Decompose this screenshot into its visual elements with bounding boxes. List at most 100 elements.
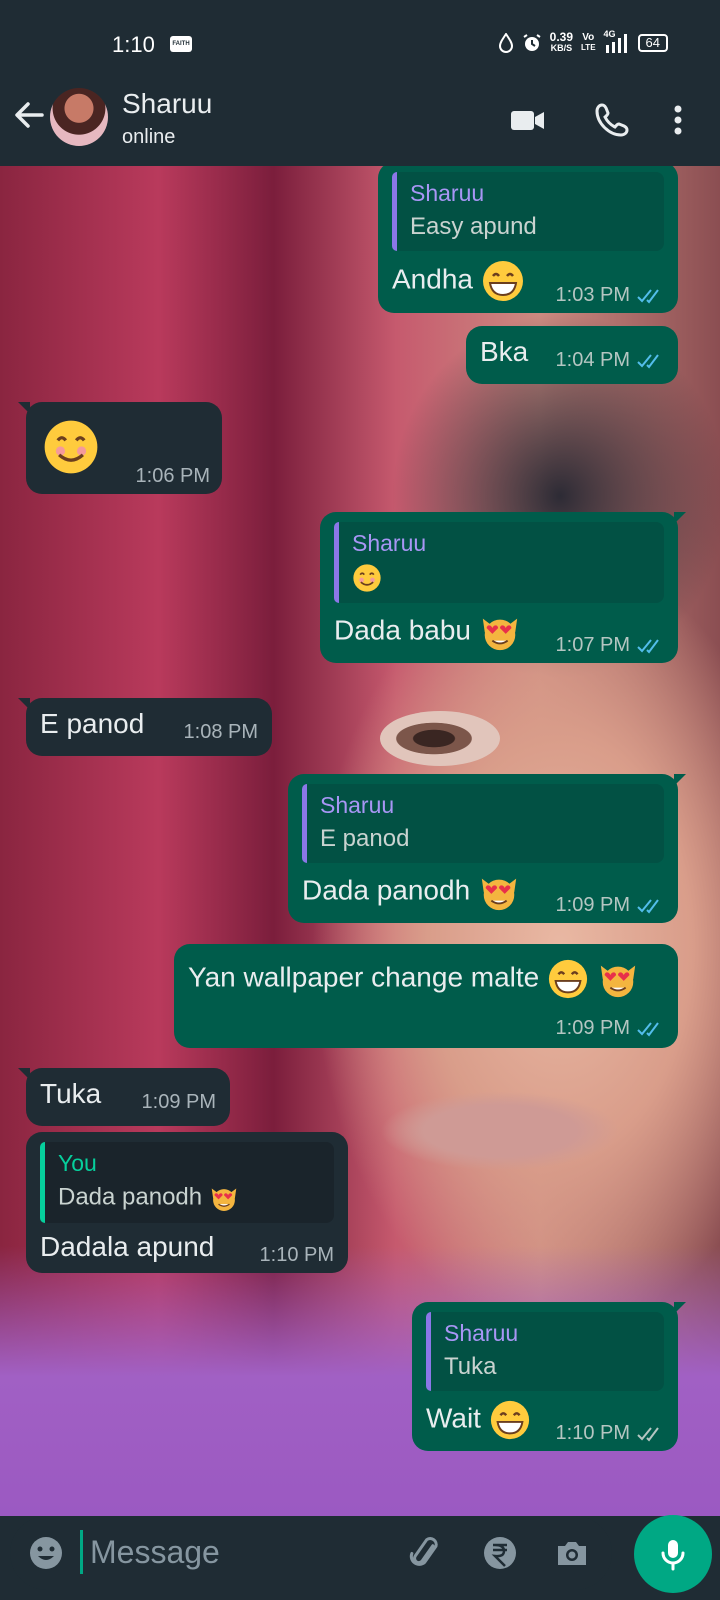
mic-button[interactable]	[634, 1515, 712, 1593]
message-time: 1:10 PM	[555, 1422, 630, 1444]
wallpaper-lips	[380, 1091, 620, 1171]
battery-indicator: 64	[637, 34, 668, 52]
bubble-tail	[18, 402, 30, 414]
signal-indicator: 4G	[604, 29, 630, 53]
message-row: Bka 1:04 PM	[480, 336, 664, 371]
volte-bottom: LTE	[581, 43, 596, 52]
rupee-icon[interactable]	[480, 1533, 520, 1573]
message-meta: 1:10 PM	[260, 1244, 334, 1267]
quote-author: Sharuu	[320, 792, 395, 818]
delivered-ticks-icon	[637, 1426, 659, 1442]
notification-badge: FAITH	[170, 36, 192, 52]
read-ticks-icon	[637, 1021, 659, 1037]
quote-text: Dada panodh	[58, 1183, 322, 1213]
message-time: 1:08 PM	[183, 721, 258, 743]
message-text: Bka	[480, 336, 529, 367]
smile-emoji-icon	[353, 564, 381, 592]
bubble-tail	[674, 774, 686, 786]
message-outgoing[interactable]: Yan wallpaper change malte 1:09 PM	[174, 944, 678, 1048]
message-text-content: Yan wallpaper change malte	[188, 961, 540, 993]
speed-unit: KB/S	[550, 43, 573, 53]
mic-icon	[661, 1540, 685, 1571]
bubble-tail	[674, 1302, 686, 1314]
message-meta: 1:08 PM	[184, 721, 258, 744]
message-incoming[interactable]: 1:06 PM	[18, 402, 222, 494]
grin-emoji-icon	[490, 1400, 529, 1440]
phone-icon[interactable]	[592, 100, 632, 140]
quote-author: You	[58, 1150, 97, 1176]
video-call-icon[interactable]	[508, 100, 548, 140]
read-ticks-icon	[637, 898, 659, 914]
message-row: Wait 1:10 PM	[426, 1399, 664, 1444]
message-input-bar: Message	[10, 1516, 612, 1590]
quote-text: E panod	[320, 825, 410, 852]
chat-area[interactable]: Sharuu Easy apund Andha 1:03 PM Bka 1:04…	[0, 166, 720, 1516]
message-text: Wait	[426, 1399, 531, 1441]
message-row: Andha 1:03 PM	[392, 259, 664, 306]
message-text: Yan wallpaper change malte	[188, 954, 664, 1000]
message-text: Dadala apund	[40, 1231, 215, 1262]
message-time: 1:09 PM	[141, 1091, 216, 1113]
grin-emoji-icon	[482, 261, 523, 301]
reply-quote[interactable]: Sharuu	[334, 522, 664, 603]
status-icons: 0.39 KB/S Vo LTE 4G 64	[498, 29, 668, 54]
data-saver-icon	[498, 33, 513, 53]
chat-header: Sharuu online	[0, 74, 720, 166]
message-row: Tuka 1:09 PM	[40, 1078, 216, 1113]
reply-quote[interactable]: Sharuu E panod	[302, 784, 664, 863]
message-outgoing[interactable]: Sharuu Tuka Wait 1:10 PM	[412, 1302, 686, 1451]
message-meta: 1:09 PM	[556, 894, 664, 917]
message-incoming[interactable]: You Dada panodh Dadala apund 1:10 PM	[26, 1132, 348, 1273]
network-type: 4G	[603, 29, 616, 39]
read-ticks-icon	[637, 353, 659, 369]
text-cursor	[80, 1530, 83, 1574]
status-time: 1:10	[112, 32, 155, 57]
message-row: E panod 1:08 PM	[40, 708, 258, 743]
message-text-content: Dada babu	[334, 614, 472, 646]
message-meta: 1:09 PM	[142, 1091, 216, 1114]
more-options-icon[interactable]	[658, 100, 698, 140]
wallpaper-eye	[380, 711, 500, 766]
grin-emoji-icon	[548, 959, 588, 999]
quote-text: Easy apund	[410, 213, 537, 240]
contact-avatar[interactable]	[50, 88, 108, 146]
message-row: Dadala apund 1:10 PM	[40, 1231, 334, 1266]
reply-quote[interactable]: Sharuu Easy apund	[392, 172, 664, 251]
read-ticks-icon	[637, 638, 659, 654]
quote-author: Sharuu	[352, 530, 427, 556]
quote-author: Sharuu	[444, 1320, 519, 1346]
message-incoming[interactable]: E panod 1:08 PM	[18, 698, 272, 756]
bubble-tail	[18, 698, 30, 710]
bubble-tail	[674, 512, 686, 524]
message-outgoing[interactable]: Sharuu Dada babu 1:07 PM	[320, 512, 686, 663]
volte-indicator: Vo LTE	[581, 33, 596, 53]
message-outgoing[interactable]: Sharuu Easy apund Andha 1:03 PM	[378, 166, 678, 313]
emoji-icon[interactable]	[26, 1533, 66, 1573]
smile-emoji-icon	[44, 420, 98, 474]
message-meta: 1:03 PM	[556, 284, 664, 307]
heart-eyes-cat-emoji-icon	[600, 965, 636, 998]
message-row: Dada panodh 1:09 PM	[302, 871, 664, 916]
paperclip-icon[interactable]	[406, 1533, 446, 1573]
heart-eyes-cat-emoji-icon	[211, 1188, 237, 1211]
message-text: E panod	[40, 708, 145, 739]
message-time: 1:09 PM	[555, 894, 630, 916]
back-arrow-icon[interactable]	[12, 98, 46, 132]
quote-text: Tuka	[444, 1353, 497, 1380]
quote-text	[352, 563, 652, 593]
message-meta: 1:10 PM	[556, 1422, 664, 1445]
speed-value: 0.39	[549, 30, 574, 44]
quote-author: Sharuu	[410, 180, 485, 206]
reply-quote[interactable]: You Dada panodh	[40, 1142, 334, 1223]
message-time: 1:10 PM	[259, 1244, 334, 1266]
message-incoming[interactable]: Tuka 1:09 PM	[18, 1068, 230, 1126]
contact-name[interactable]: Sharuu	[122, 88, 212, 120]
reply-quote[interactable]: Sharuu Tuka	[426, 1312, 664, 1391]
camera-icon[interactable]	[552, 1533, 592, 1573]
contact-status: online	[122, 126, 176, 148]
message-outgoing[interactable]: Bka 1:04 PM	[466, 326, 678, 384]
message-input[interactable]: Message	[90, 1534, 220, 1571]
message-outgoing[interactable]: Sharuu E panod Dada panodh 1:09 PM	[288, 774, 686, 923]
alarm-icon	[523, 34, 541, 51]
bubble-tail	[18, 1068, 30, 1080]
